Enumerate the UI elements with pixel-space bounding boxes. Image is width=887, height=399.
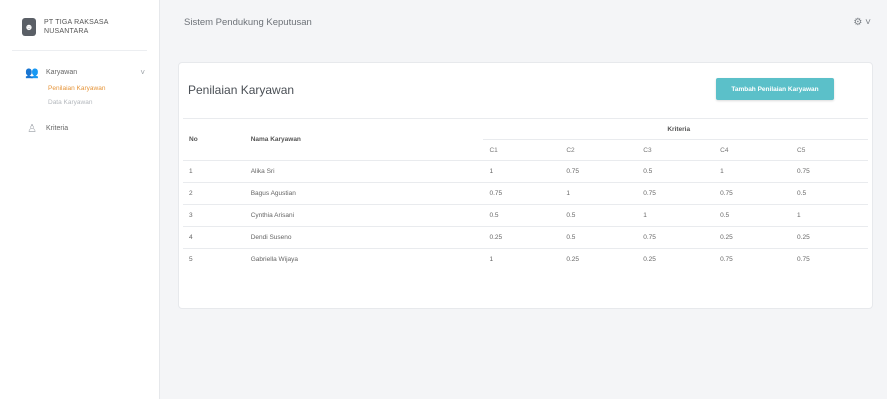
top-header: Sistem Pendukung Keputusan ⚙ ˅ [160, 0, 887, 44]
cell-c5: 0.75 [791, 160, 868, 183]
col-header-c5: C5 [791, 139, 868, 161]
sidebar-item-kriteria[interactable]: ♙ Kriteria [0, 119, 159, 137]
sidebar-item-karyawan[interactable]: 👥 Karyawan ˅ [0, 63, 159, 81]
cell-no: 4 [183, 226, 245, 249]
cell-name: Gabriella Wijaya [244, 248, 484, 270]
sidebar-subitem-data-karyawan[interactable]: Data Karyawan [0, 95, 159, 109]
brand[interactable]: ☻ PT TIGA RAKSASA NUSANTARA [0, 0, 159, 42]
assessment-card: Penilaian Karyawan Tambah Penilaian Kary… [178, 62, 873, 309]
table-row: 2 Bagus Agustian 0.75 1 0.75 0.75 0.5 [183, 182, 868, 205]
card-title: Penilaian Karyawan [188, 83, 295, 97]
cell-c5: 0.25 [791, 226, 868, 249]
cell-c5: 0.75 [791, 248, 868, 270]
table-row: 3 Cynthia Arisani 0.5 0.5 1 0.5 1 [183, 204, 868, 227]
cell-name: Alika Sri [244, 160, 484, 183]
col-header-no: No [183, 118, 245, 161]
sidebar: ☻ PT TIGA RAKSASA NUSANTARA 👥 Karyawan ˅… [0, 0, 160, 399]
cell-c3: 0.5 [637, 160, 715, 183]
assessment-table: No Nama Karyawan Kriteria C1 C2 C3 C4 C5… [183, 118, 868, 270]
col-header-c3: C3 [637, 139, 715, 161]
company-logo-icon: ☻ [22, 18, 36, 36]
sidebar-item-label: Karyawan [46, 68, 78, 76]
col-header-kriteria: Kriteria [483, 118, 868, 140]
cell-c2: 0.75 [560, 160, 638, 183]
sidebar-item-label: Kriteria [46, 124, 69, 132]
col-header-c4: C4 [714, 139, 792, 161]
cell-name: Dendi Suseno [244, 226, 484, 249]
table-header-row: No Nama Karyawan Kriteria [183, 118, 868, 161]
add-assessment-button[interactable]: Tambah Penilaian Karyawan [716, 78, 834, 100]
cell-c1: 0.25 [483, 226, 561, 249]
cell-c3: 1 [637, 204, 715, 227]
cell-c4: 0.25 [714, 226, 792, 249]
cell-name: Bagus Agustian [244, 182, 484, 205]
cell-c4: 0.75 [714, 248, 792, 270]
settings-gear-icon[interactable]: ⚙ ˅ [853, 17, 871, 28]
cell-c2: 0.25 [560, 248, 638, 270]
cell-c4: 0.75 [714, 182, 792, 205]
brand-line-1: PT TIGA RAKSASA [44, 19, 109, 26]
cell-c3: 0.75 [637, 182, 715, 205]
cell-no: 5 [183, 248, 245, 270]
cell-c2: 1 [560, 182, 638, 205]
col-header-nama: Nama Karyawan [244, 118, 484, 161]
cell-c4: 0.5 [714, 204, 792, 227]
cell-c2: 0.5 [560, 204, 638, 227]
cell-c3: 0.75 [637, 226, 715, 249]
users-icon: 👥 [25, 66, 39, 79]
cell-c5: 0.5 [791, 182, 868, 205]
table-row: 1 Alika Sri 1 0.75 0.5 1 0.75 [183, 160, 868, 183]
chevron-down-icon: ˅ [140, 67, 145, 77]
cell-c1: 0.5 [483, 204, 561, 227]
cell-no: 3 [183, 204, 245, 227]
cell-c5: 1 [791, 204, 868, 227]
col-header-c2: C2 [560, 139, 638, 161]
cell-c3: 0.25 [637, 248, 715, 270]
cell-no: 1 [183, 160, 245, 183]
cell-c1: 1 [483, 160, 561, 183]
col-header-c1: C1 [483, 139, 561, 161]
user-icon: ♙ [27, 122, 37, 135]
cell-name: Cynthia Arisani [244, 204, 484, 227]
cell-no: 2 [183, 182, 245, 205]
table-row: 4 Dendi Suseno 0.25 0.5 0.75 0.25 0.25 [183, 226, 868, 249]
sidebar-divider [12, 50, 147, 51]
page-title: Sistem Pendukung Keputusan [184, 16, 312, 28]
cell-c1: 1 [483, 248, 561, 270]
table-row: 5 Gabriella Wijaya 1 0.25 0.25 0.75 0.75 [183, 248, 868, 270]
brand-name: PT TIGA RAKSASA NUSANTARA [44, 18, 109, 36]
cell-c4: 1 [714, 160, 792, 183]
brand-line-2: NUSANTARA [44, 28, 89, 35]
cell-c1: 0.75 [483, 182, 561, 205]
sidebar-subitem-penilaian-karyawan[interactable]: Penilaian Karyawan [0, 81, 159, 95]
cell-c2: 0.5 [560, 226, 638, 249]
